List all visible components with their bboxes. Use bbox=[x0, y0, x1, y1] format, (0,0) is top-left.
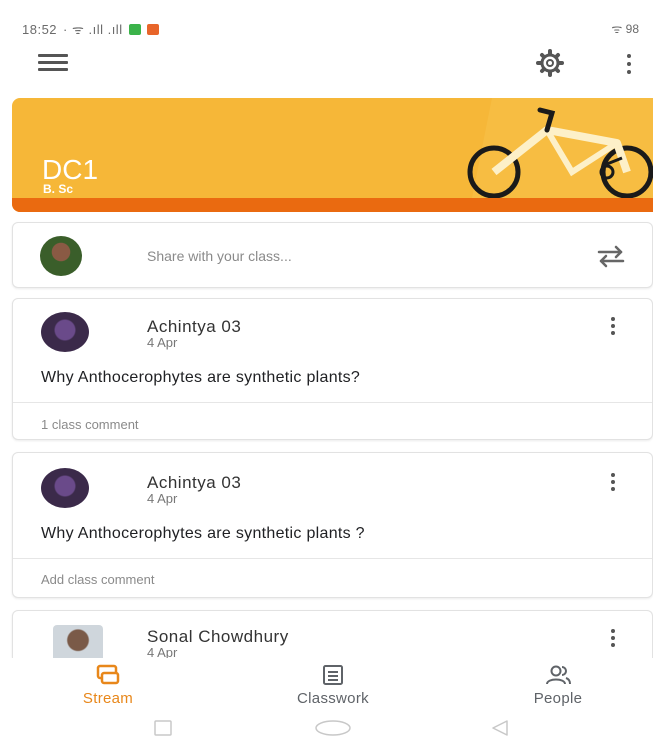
people-icon bbox=[546, 665, 571, 685]
post-card[interactable]: Achintya 03 4 Apr Why Anthocerophytes ar… bbox=[12, 452, 653, 598]
tab-stream[interactable]: Stream bbox=[38, 658, 178, 708]
divider bbox=[13, 402, 652, 403]
status-signal-text: · ᯤ .ıll .ıll bbox=[63, 22, 123, 37]
hamburger-icon[interactable] bbox=[38, 52, 68, 72]
share-input[interactable]: Share with your class... bbox=[147, 248, 292, 264]
stream-icon bbox=[96, 664, 120, 685]
bottom-navigation: Stream Classwork People bbox=[0, 658, 653, 708]
class-comment-link[interactable]: 1 class comment bbox=[41, 417, 139, 432]
tab-stream-label: Stream bbox=[82, 690, 134, 707]
tab-classwork-label: Classwork bbox=[297, 690, 369, 707]
status-time: 18:52 bbox=[22, 21, 58, 37]
post-author: Sonal Chowdhury bbox=[147, 627, 289, 646]
add-class-comment[interactable]: Add class comment bbox=[41, 572, 154, 587]
bicycle-illustration bbox=[467, 98, 653, 198]
more-vert-icon[interactable] bbox=[620, 52, 640, 76]
class-section: B. Sc bbox=[43, 182, 74, 196]
post-text: Why Anthocerophytes are synthetic plants… bbox=[41, 369, 361, 386]
top-app-bar bbox=[0, 40, 653, 88]
home-icon[interactable] bbox=[313, 720, 353, 736]
more-vert-icon[interactable] bbox=[605, 471, 621, 495]
post-date: 4 Apr bbox=[147, 335, 178, 350]
status-right: ᯤ 98 bbox=[611, 22, 639, 36]
system-navigation bbox=[0, 712, 653, 742]
classwork-icon bbox=[323, 665, 343, 685]
more-vert-icon[interactable] bbox=[605, 315, 621, 339]
post-card[interactable]: Sonal Chowdhury 4 Apr bbox=[12, 610, 653, 658]
status-bar: 18:52 · ᯤ .ıll .ıll ᯤ 98 bbox=[0, 0, 653, 40]
divider bbox=[13, 558, 652, 559]
post-author: Achintya 03 bbox=[147, 317, 242, 336]
avatar bbox=[40, 236, 82, 276]
post-date: 4 Apr bbox=[147, 645, 178, 658]
tab-people[interactable]: People bbox=[488, 658, 628, 708]
app-notification-icon bbox=[128, 23, 141, 35]
back-icon[interactable] bbox=[485, 720, 515, 736]
repost-icon[interactable] bbox=[591, 241, 631, 271]
gear-icon[interactable] bbox=[533, 48, 567, 78]
avatar bbox=[41, 468, 89, 508]
banner-stripe bbox=[12, 198, 653, 212]
post-card[interactable]: Achintya 03 4 Apr Why Anthocerophytes ar… bbox=[12, 298, 653, 440]
post-text: Why Anthocerophytes are synthetic plants… bbox=[41, 525, 365, 542]
app-notification-icon-2 bbox=[146, 23, 159, 35]
post-author: Achintya 03 bbox=[147, 473, 242, 492]
class-banner[interactable]: DC1 B. Sc bbox=[12, 98, 653, 212]
share-card[interactable]: Share with your class... bbox=[12, 222, 653, 288]
tab-classwork[interactable]: Classwork bbox=[263, 658, 403, 708]
avatar bbox=[53, 625, 103, 658]
tab-people-label: People bbox=[533, 690, 583, 707]
post-date: 4 Apr bbox=[147, 491, 178, 506]
recents-icon[interactable] bbox=[148, 720, 178, 736]
more-vert-icon[interactable] bbox=[605, 627, 621, 651]
avatar bbox=[41, 312, 89, 352]
status-left: 18:52 · ᯤ .ıll .ıll bbox=[22, 20, 159, 38]
